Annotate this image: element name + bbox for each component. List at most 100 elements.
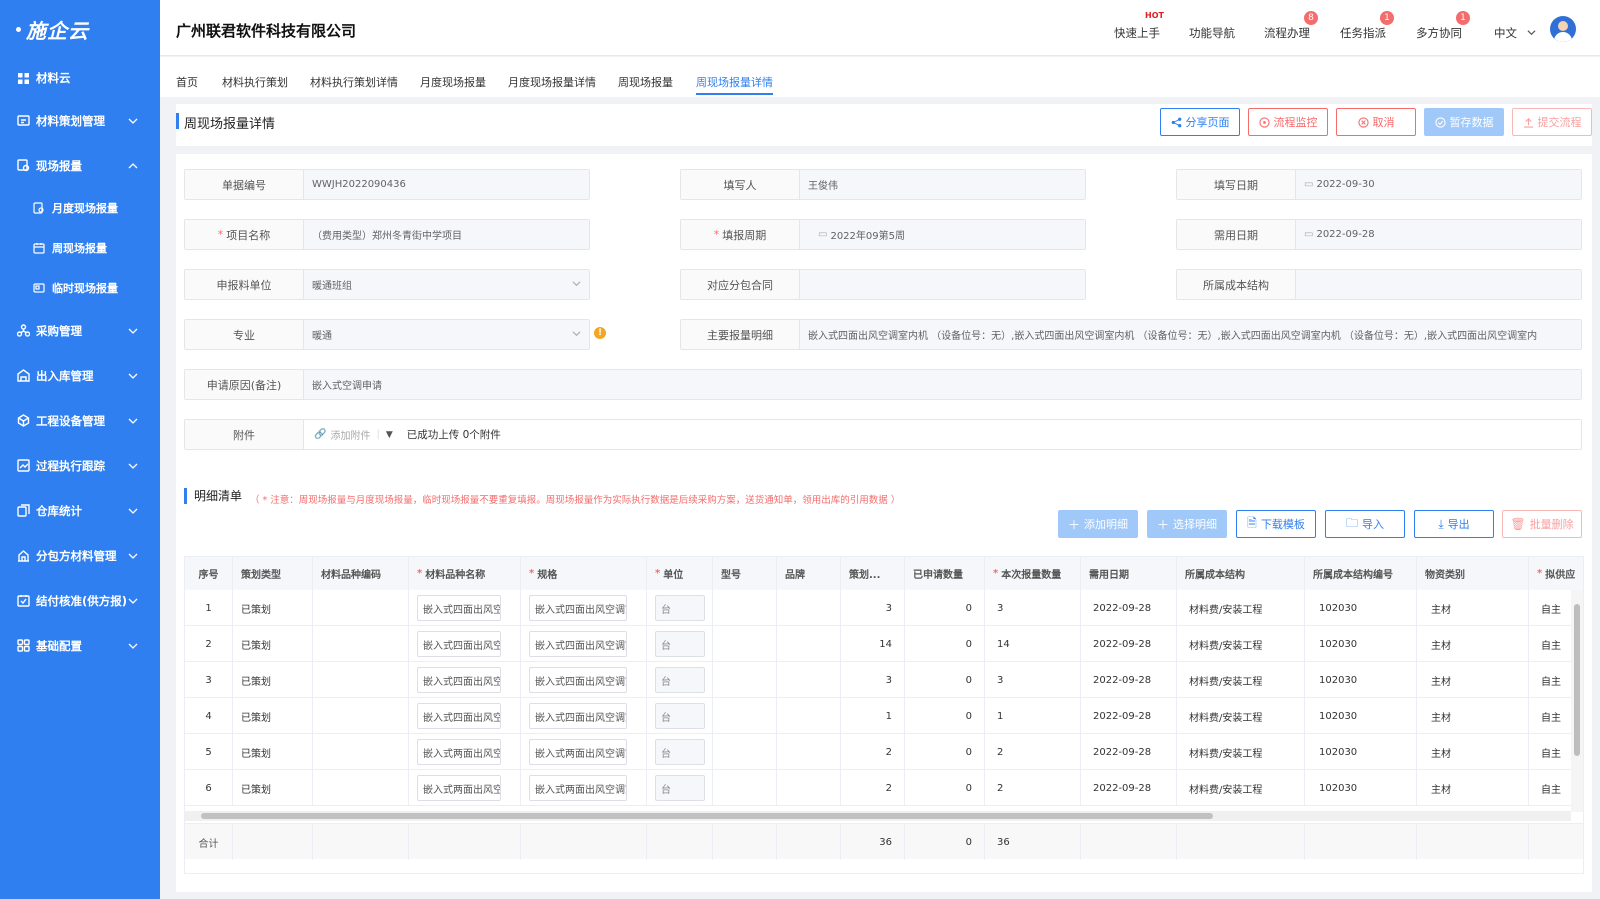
nav-collaboration[interactable]: 多方协同 1	[1416, 11, 1470, 41]
unit-input[interactable]: 台	[655, 703, 705, 729]
cell-type: 已策划	[233, 590, 313, 626]
cell-empty	[233, 824, 313, 860]
import-button[interactable]: 🗀 导入	[1325, 510, 1405, 538]
nav-quick-start[interactable]: 快速上手 HOT	[1114, 11, 1164, 41]
major-select[interactable]: 暖通	[304, 320, 589, 349]
cell-no: 3	[185, 662, 233, 698]
save-draft-button[interactable]: 暂存数据	[1424, 108, 1504, 136]
sidebar-item-purchase[interactable]: 采购管理	[0, 308, 160, 353]
spec-input[interactable]: 嵌入式四面出风空调室	[529, 631, 627, 657]
language-select[interactable]: 中文	[1494, 25, 1536, 41]
need-date-value[interactable]: ▭ 2022-09-28	[1296, 220, 1581, 249]
sidebar-item-equipment[interactable]: 工程设备管理	[0, 398, 160, 443]
name-input[interactable]: 嵌入式四面出风空调	[417, 631, 501, 657]
field-label: 填写日期	[1177, 170, 1296, 199]
process-count-badge: 8	[1304, 11, 1318, 25]
name-input[interactable]: 嵌入式四面出风空调	[417, 667, 501, 693]
batch-delete-button[interactable]: 🗑 批量删除	[1502, 510, 1582, 538]
sidebar-item-tracking[interactable]: 过程执行跟踪	[0, 443, 160, 488]
scroll-thumb[interactable]	[201, 813, 1213, 819]
cell-applied: 0	[905, 698, 985, 734]
file-icon: 🗎	[1247, 515, 1257, 530]
unit-input[interactable]: 台	[655, 775, 705, 801]
add-attachment-button[interactable]: 添加附件	[330, 427, 370, 442]
cell-model	[713, 734, 777, 770]
sidebar-item-material-cloud[interactable]: 材料云	[0, 58, 160, 98]
unit-select[interactable]: 暖通班组	[304, 270, 589, 299]
sidebar-item-subcontract[interactable]: 分包方材料管理	[0, 533, 160, 578]
cell-empty	[1177, 824, 1305, 860]
sidebar-item-label: 工程设备管理	[36, 413, 105, 428]
name-input[interactable]: 嵌入式两面出风空调	[417, 775, 501, 801]
sidebar-item-plan[interactable]: 材料策划管理	[0, 98, 160, 143]
warning-icon[interactable]: !	[594, 327, 606, 339]
export-button[interactable]: ⤓ 导出	[1414, 510, 1494, 538]
cost-value[interactable]	[1296, 270, 1581, 299]
tab-material-plan[interactable]: 材料执行策划	[222, 74, 288, 90]
add-detail-button[interactable]: ＋ 添加明细	[1058, 510, 1138, 538]
unit-input[interactable]: 台	[655, 739, 705, 765]
sidebar-item-warehouse[interactable]: 出入库管理	[0, 353, 160, 398]
name-input[interactable]: 嵌入式两面出风空调	[417, 739, 501, 765]
spec-input[interactable]: 嵌入式四面出风空调室	[529, 703, 627, 729]
unit-input[interactable]: 台	[655, 667, 705, 693]
process-monitor-button[interactable]: 流程监控	[1248, 108, 1328, 136]
avatar[interactable]	[1550, 16, 1576, 42]
sidebar-item-temp-report[interactable]: 临时现场报量	[0, 268, 160, 308]
period-value[interactable]: ▭ 2022年09第5周	[800, 220, 1085, 249]
cell-plan: 3	[841, 662, 905, 698]
nav-function-guide[interactable]: 功能导航	[1189, 25, 1235, 41]
spec-input[interactable]: 嵌入式四面出风空调室	[529, 667, 627, 693]
period-text: 2022年09第5周	[830, 231, 905, 242]
col-header: * 本次报量数量	[985, 557, 1081, 590]
sidebar-sub-label: 月度现场报量	[52, 202, 118, 215]
submit-process-button[interactable]: 提交流程	[1512, 108, 1592, 136]
horizontal-scrollbar[interactable]	[185, 811, 1571, 821]
tab-home[interactable]: 首页	[176, 74, 198, 90]
chevron-down-icon	[128, 508, 138, 514]
scroll-thumb[interactable]	[1574, 604, 1580, 756]
required-mark: *	[655, 568, 661, 579]
nav-label: 任务指派	[1340, 26, 1386, 40]
nav-task-assign[interactable]: 任务指派 1	[1340, 11, 1394, 41]
unit-input[interactable]: 台	[655, 595, 705, 621]
spec-input[interactable]: 嵌入式两面出风空调室	[529, 739, 627, 765]
sidebar-item-weekly-report[interactable]: 周现场报量	[0, 228, 160, 268]
sidebar-item-settlement[interactable]: 结付核准(供方报)	[0, 578, 160, 623]
share-button[interactable]: 分享页面	[1160, 108, 1240, 136]
tab-material-plan-detail[interactable]: 材料执行策划详情	[310, 74, 398, 90]
cell-applied: 0	[905, 734, 985, 770]
tab-monthly-report-detail[interactable]: 月度现场报量详情	[508, 74, 596, 90]
name-input[interactable]: 嵌入式四面出风空调	[417, 595, 501, 621]
cancel-button[interactable]: 取消	[1336, 108, 1416, 136]
name-input[interactable]: 嵌入式四面出风空调	[417, 703, 501, 729]
project-value[interactable]: （费用类型）郑州冬青街中学项目	[304, 220, 589, 249]
vertical-scrollbar[interactable]	[1571, 590, 1583, 812]
tab-weekly-report-detail[interactable]: 周现场报量详情	[696, 74, 773, 95]
sidebar-item-config[interactable]: 基础配置	[0, 623, 160, 668]
cell-plan: 14	[841, 626, 905, 662]
tab-weekly-report[interactable]: 周现场报量	[618, 74, 673, 90]
chevron-down-icon	[128, 463, 138, 469]
col-header-text: 规格	[537, 570, 558, 581]
cell-qty: 2	[985, 770, 1081, 806]
sidebar-item-stats[interactable]: 仓库统计	[0, 488, 160, 533]
language-label: 中文	[1494, 26, 1517, 40]
upload-icon	[1523, 117, 1533, 128]
contract-value[interactable]	[800, 270, 1085, 299]
config-icon	[16, 639, 30, 653]
caret-down-icon[interactable]: ▼	[386, 430, 393, 440]
tab-monthly-report[interactable]: 月度现场报量	[420, 74, 486, 90]
col-header: 物资类别	[1417, 557, 1529, 590]
spec-input[interactable]: 嵌入式四面出风空调室	[529, 595, 627, 621]
cell-cat: 主材	[1417, 698, 1529, 734]
col-header: 策划类型	[233, 557, 313, 590]
reason-textarea[interactable]: 嵌入式空调申请	[304, 370, 1581, 399]
nav-process[interactable]: 流程办理 8	[1264, 11, 1318, 41]
select-detail-button[interactable]: ＋ 选择明细	[1147, 510, 1227, 538]
sidebar-item-monthly-report[interactable]: 月度现场报量	[0, 188, 160, 228]
unit-input[interactable]: 台	[655, 631, 705, 657]
download-template-button[interactable]: 🗎 下载模板	[1236, 510, 1316, 538]
spec-input[interactable]: 嵌入式两面出风空调室	[529, 775, 627, 801]
sidebar-item-site-report[interactable]: 现场报量	[0, 143, 160, 188]
